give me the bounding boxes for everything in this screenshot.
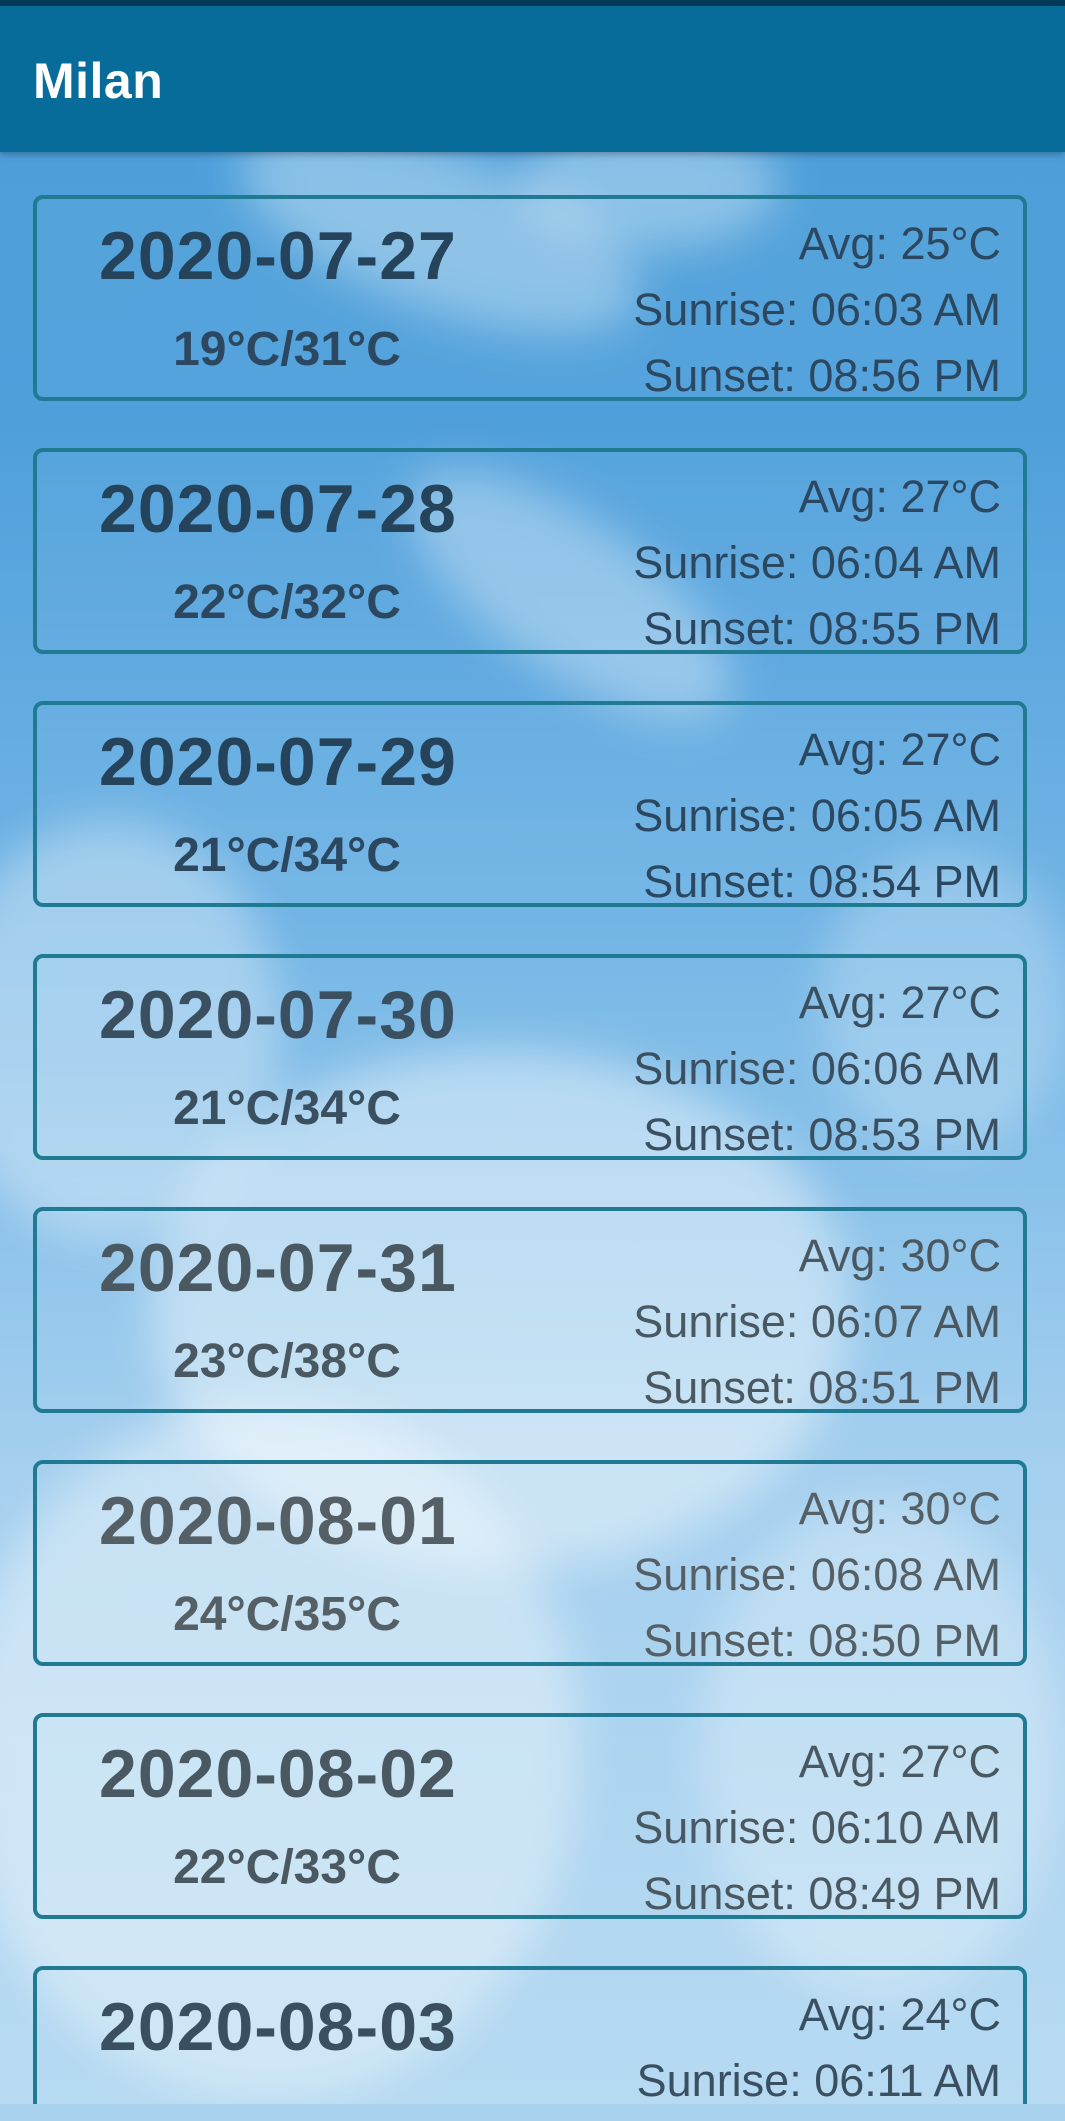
sunrise-time: Sunrise: 06:10 AM (633, 1802, 1001, 1853)
forecast-date: 2020-07-27 (99, 218, 457, 294)
sunset-time: Sunset: 08:54 PM (643, 856, 1001, 907)
bottom-edge (0, 2104, 1065, 2121)
forecast-details: Avg: 27°C Sunrise: 06:06 AM Sunset: 08:5… (633, 970, 1001, 1168)
sunset-time: Sunset: 08:49 PM (643, 1868, 1001, 1919)
forecast-date: 2020-07-30 (99, 977, 457, 1053)
temperature-range: 19°C/31°C (173, 323, 401, 376)
forecast-date: 2020-07-28 (99, 471, 457, 547)
forecast-details: Avg: 24°C Sunrise: 06:11 AM (637, 1982, 1001, 2104)
sunrise-time: Sunrise: 06:05 AM (633, 790, 1001, 841)
forecast-card[interactable]: 2020-08-01 24°C/35°C Avg: 30°C Sunrise: … (33, 1460, 1027, 1666)
sunrise-time: Sunrise: 06:08 AM (633, 1549, 1001, 1600)
forecast-date: 2020-08-01 (99, 1483, 457, 1559)
sunrise-time: Sunrise: 06:07 AM (633, 1296, 1001, 1347)
average-temperature: Avg: 30°C (798, 1483, 1001, 1534)
sunset-time: Sunset: 08:51 PM (643, 1362, 1001, 1413)
temperature-range: 24°C/35°C (173, 1588, 401, 1641)
sunrise-time: Sunrise: 06:11 AM (636, 2055, 1001, 2104)
forecast-card[interactable]: 2020-07-29 21°C/34°C Avg: 27°C Sunrise: … (33, 701, 1027, 907)
temperature-range: 22°C/32°C (173, 576, 401, 629)
forecast-details: Avg: 25°C Sunrise: 06:03 AM Sunset: 08:5… (633, 211, 1001, 409)
temperature-range: 21°C/34°C (173, 1082, 401, 1135)
forecast-details: Avg: 27°C Sunrise: 06:04 AM Sunset: 08:5… (633, 464, 1001, 662)
sunrise-time: Sunrise: 06:04 AM (633, 537, 1001, 588)
forecast-card[interactable]: 2020-07-31 23°C/38°C Avg: 30°C Sunrise: … (33, 1207, 1027, 1413)
forecast-date: 2020-08-02 (99, 1736, 457, 1812)
average-temperature: Avg: 30°C (798, 1230, 1001, 1281)
average-temperature: Avg: 27°C (798, 977, 1001, 1028)
forecast-details: Avg: 27°C Sunrise: 06:10 AM Sunset: 08:4… (633, 1729, 1001, 1927)
average-temperature: Avg: 27°C (798, 724, 1001, 775)
average-temperature: Avg: 24°C (798, 1989, 1001, 2040)
forecast-card[interactable]: 2020-07-27 19°C/31°C Avg: 25°C Sunrise: … (33, 195, 1027, 401)
forecast-list[interactable]: 2020-07-27 19°C/31°C Avg: 25°C Sunrise: … (0, 152, 1065, 2104)
sunrise-time: Sunrise: 06:03 AM (633, 284, 1001, 335)
page-title: Milan (33, 53, 164, 109)
temperature-range: 23°C/38°C (173, 1335, 401, 1388)
temperature-range: 21°C/34°C (173, 829, 401, 882)
temperature-range: 22°C/33°C (173, 1841, 401, 1894)
forecast-card[interactable]: 2020-08-02 22°C/33°C Avg: 27°C Sunrise: … (33, 1713, 1027, 1919)
average-temperature: Avg: 27°C (798, 471, 1001, 522)
average-temperature: Avg: 25°C (798, 218, 1001, 269)
sunset-time: Sunset: 08:56 PM (643, 350, 1001, 401)
app-bar: Milan (0, 6, 1065, 152)
sunset-time: Sunset: 08:53 PM (643, 1109, 1001, 1160)
forecast-details: Avg: 27°C Sunrise: 06:05 AM Sunset: 08:5… (633, 717, 1001, 915)
average-temperature: Avg: 27°C (798, 1736, 1001, 1787)
forecast-details: Avg: 30°C Sunrise: 06:07 AM Sunset: 08:5… (633, 1223, 1001, 1421)
forecast-card[interactable]: 2020-07-28 22°C/32°C Avg: 27°C Sunrise: … (33, 448, 1027, 654)
sunrise-time: Sunrise: 06:06 AM (633, 1043, 1001, 1094)
forecast-details: Avg: 30°C Sunrise: 06:08 AM Sunset: 08:5… (633, 1476, 1001, 1674)
forecast-date: 2020-07-29 (99, 724, 457, 800)
forecast-date: 2020-08-03 (99, 1989, 457, 2065)
forecast-date: 2020-07-31 (99, 1230, 457, 1306)
forecast-card[interactable]: 2020-08-03 Avg: 24°C Sunrise: 06:11 AM (33, 1966, 1027, 2104)
sunset-time: Sunset: 08:50 PM (643, 1615, 1001, 1666)
forecast-card[interactable]: 2020-07-30 21°C/34°C Avg: 27°C Sunrise: … (33, 954, 1027, 1160)
sunset-time: Sunset: 08:55 PM (643, 603, 1001, 654)
